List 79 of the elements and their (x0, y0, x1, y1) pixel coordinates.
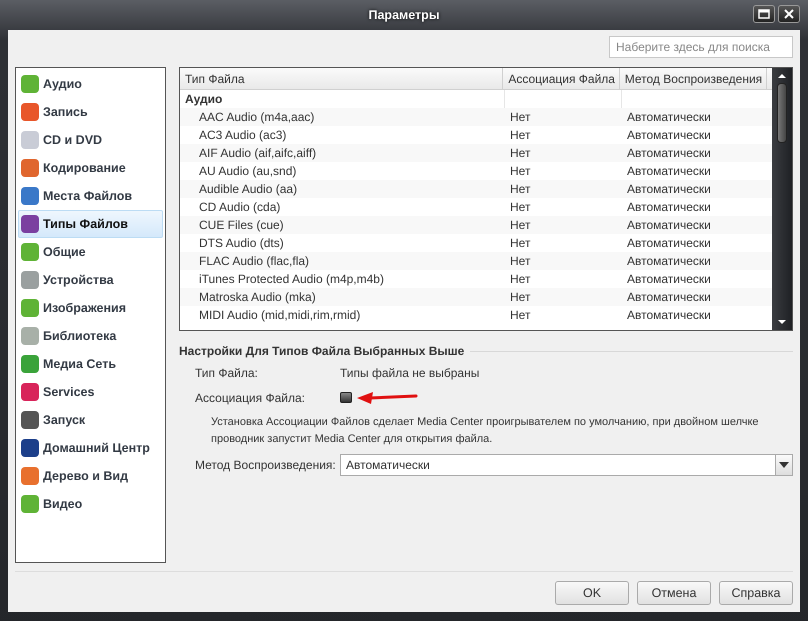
sidebar-item[interactable]: Общие (18, 238, 163, 266)
sidebar-item[interactable]: Кодирование (18, 154, 163, 182)
column-header[interactable]: Метод Воспроизведения (620, 68, 767, 89)
table-row[interactable]: AIF Audio (aif,aifc,aiff) Нет Автоматически (180, 144, 772, 162)
table-cell-text: AIF Audio (aif,aifc,aiff) (198, 145, 318, 162)
sidebar-item[interactable]: Домашний Центр (18, 434, 163, 462)
window-title: Параметры (368, 8, 440, 22)
table-row[interactable]: CUE Files (cue) Нет Автоматически (180, 216, 772, 234)
table-cell-text: Нет (509, 235, 532, 252)
table-cell-text: Нет (509, 289, 532, 306)
table-cell-text: Нет (509, 253, 532, 270)
dialog-button[interactable]: Справка (719, 581, 793, 605)
section-title: Настройки Для Типов Файла Выбранных Выше (179, 344, 464, 358)
table-row[interactable]: AAC Audio (m4a,aac) Нет Автоматически (180, 108, 772, 126)
table-row[interactable]: AC3 Audio (ac3) Нет Автоматически (180, 126, 772, 144)
table-cell-text: Нет (509, 271, 532, 288)
field-label: Метод Воспроизведения: (195, 458, 337, 472)
table-cell-text: MIDI Audio (mid,midi,rim,rmid) (198, 307, 362, 324)
table-row[interactable]: MIDI Audio (mid,midi,rim,rmid) Нет Автоматически (180, 306, 772, 324)
table-cell-text: Нет (509, 163, 532, 180)
sidebar-item[interactable]: Services (18, 378, 163, 406)
sidebar-item[interactable]: Аудио (18, 70, 163, 98)
table-cell-text: DTS Audio (dts) (198, 235, 285, 252)
association-note: Установка Ассоциации Файлов сделает Media Center проигрывателем по умолчанию, при двойном шелчке проводник запустит Media Center для открытия файла. (210, 415, 760, 447)
table-cell-text: Автоматически (626, 145, 712, 162)
sidebar-item[interactable]: CD и DVD (18, 126, 163, 154)
sidebar-item[interactable]: Видео (18, 490, 163, 518)
table-row[interactable]: AU Audio (au,snd) Нет Автоматически (180, 162, 772, 180)
table-cell-text: iTunes Protected Audio (m4p,m4b) (198, 271, 385, 288)
table-cell-text: Нет (509, 181, 532, 198)
file-type-value: Типы файла не выбраны (340, 366, 480, 380)
table-cell-text: Нет (509, 127, 532, 144)
table-row[interactable]: FLAC Audio (flac,fla) Нет Автоматически (180, 252, 772, 270)
sidebar-item[interactable]: Устройства (18, 266, 163, 294)
sidebar-item[interactable]: Дерево и Вид (18, 462, 163, 490)
table-cell-text: Matroska Audio (mka) (198, 289, 317, 306)
table-cell-text: Автоматически (626, 127, 712, 144)
table-row[interactable]: iTunes Protected Audio (m4p,m4b) Нет Автоматически (180, 270, 772, 288)
sidebar-item[interactable]: Места Файлов (18, 182, 163, 210)
table-cell-text: Автоматически (626, 271, 712, 288)
table-cell-text: Автоматически (626, 199, 712, 216)
sidebar-item[interactable]: Изображения (18, 294, 163, 322)
table-cell-text: Автоматически (626, 109, 712, 126)
dialog-button[interactable]: OK (555, 581, 629, 605)
search-field[interactable]: Наберите здесь для поиска (609, 36, 793, 58)
sidebar-item[interactable]: Библиотека (18, 322, 163, 350)
sidebar-item[interactable]: Запуск (18, 406, 163, 434)
table-cell-text: Нет (509, 307, 532, 324)
column-header[interactable]: Ассоциация Файла (503, 68, 620, 89)
sidebar-item[interactable]: Запись (18, 98, 163, 126)
table-row[interactable]: Matroska Audio (mka) Нет Автоматически (180, 288, 772, 306)
table-cell-text: Автоматически (626, 163, 712, 180)
table-cell-text: Автоматически (626, 253, 712, 270)
table-cell-text: Автоматически (626, 289, 712, 306)
sidebar-item[interactable]: Медиа Сеть (18, 350, 163, 378)
table-cell-text: Нет (509, 145, 532, 162)
table-cell-text: Нет (509, 199, 532, 216)
table-cell-text: CD Audio (cda) (198, 199, 282, 216)
table-row[interactable]: Audible Audio (aa) Нет Автоматически (180, 180, 772, 198)
playback-dropdown[interactable]: Автоматически (340, 454, 793, 476)
table-cell-text: CUE Files (cue) (198, 217, 285, 234)
table-row[interactable]: CD Audio (cda) Нет Автоматически (180, 198, 772, 216)
dialog-button[interactable]: Отмена (637, 581, 711, 605)
table-cell-text: Автоматически (626, 235, 712, 252)
table-row[interactable]: DTS Audio (dts) Нет Автоматически (180, 234, 772, 252)
table-cell-text: AAC Audio (m4a,aac) (198, 109, 316, 126)
table-cell-text: Нет (509, 109, 532, 126)
table-cell-text: Audible Audio (aa) (198, 181, 298, 198)
table-cell-text: Автоматически (626, 307, 712, 324)
table-cell-text: AC3 Audio (ac3) (198, 127, 288, 144)
table-cell-text: AU Audio (au,snd) (198, 163, 298, 180)
field-label: Ассоциация Файла: (195, 390, 306, 404)
table-cell-text: FLAC Audio (flac,fla) (198, 253, 310, 270)
field-label: Тип Файла: (195, 366, 259, 380)
table-cell-text: Нет (509, 217, 532, 234)
column-header[interactable]: Тип Файла (180, 68, 504, 89)
table-cell-text: Автоматически (626, 181, 712, 198)
table-cell-text: Автоматически (626, 217, 712, 234)
sidebar-item[interactable]: Типы Файлов (18, 210, 163, 238)
